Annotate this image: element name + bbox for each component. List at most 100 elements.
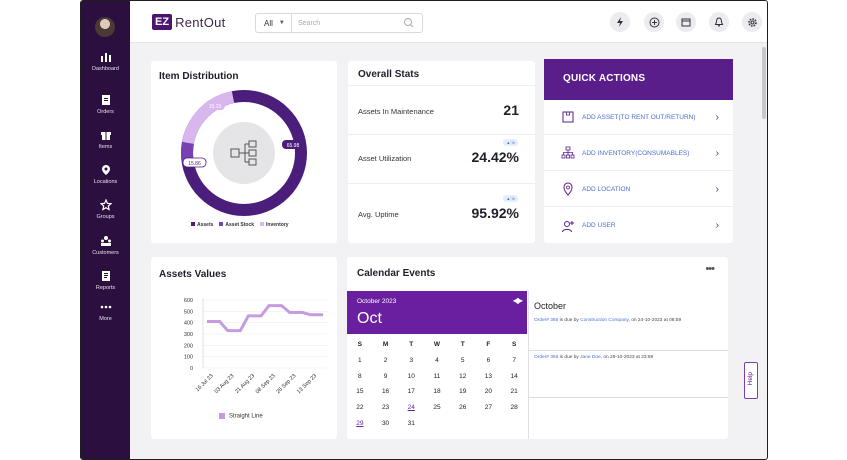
month-nav-arrows-icon[interactable]: ◀▶: [513, 296, 523, 305]
item-distribution-donut: 15.15 15.86 65.98: [181, 90, 307, 216]
calendar-day[interactable]: 23: [373, 402, 399, 414]
stat-label: Asset Utilization: [358, 154, 412, 163]
quick-action-add-location[interactable]: ADD LOCATION ›: [544, 172, 733, 207]
calendar-day[interactable]: 6: [476, 355, 502, 367]
weekday-label: T: [460, 341, 465, 348]
scrollbar-thumb[interactable]: [762, 47, 766, 119]
sidebar-item-dashboard[interactable]: Dashboard: [81, 51, 130, 72]
calendar-day[interactable]: 13: [476, 371, 502, 383]
notifications-button[interactable]: [709, 12, 729, 32]
chevron-down-icon: ▼: [278, 20, 285, 26]
help-tab[interactable]: Help: [744, 362, 758, 399]
logo[interactable]: EZ RentOut: [152, 14, 226, 30]
legend-item: Assets: [191, 222, 213, 228]
x-tick-label: 08 Sep 23: [255, 373, 277, 395]
settings-button[interactable]: [742, 12, 762, 32]
hierarchy-icon: [561, 146, 575, 159]
sidebar-item-customers[interactable]: Customers: [81, 235, 130, 256]
add-button[interactable]: [644, 12, 664, 32]
calendar-button[interactable]: [676, 12, 696, 32]
weekday-label: M: [382, 341, 389, 348]
calendar-day[interactable]: 17: [398, 386, 424, 398]
calendar-day[interactable]: 9: [373, 371, 399, 383]
customer-link[interactable]: Construction Company: [580, 318, 628, 323]
quick-action-label: ADD ASSET(TO RENT OUT/RETURN): [582, 113, 696, 121]
items-icon: [100, 132, 111, 140]
calendar-day[interactable]: 21: [501, 386, 527, 398]
quick-action-add-asset[interactable]: ADD ASSET(TO RENT OUT/RETURN) ›: [544, 100, 733, 135]
calendar-day[interactable]: 16: [373, 386, 399, 398]
event-item[interactable]: Order# 366 is due by Jane Doe, on 29-10-…: [534, 355, 653, 360]
stat-label: Assets In Maintenance: [358, 107, 434, 116]
calendar-day[interactable]: 14: [501, 371, 527, 383]
calendar-day[interactable]: 25: [424, 402, 450, 414]
calendar-day[interactable]: 29: [347, 418, 373, 430]
order-link[interactable]: Order# 365: [534, 318, 558, 323]
avatar[interactable]: [95, 17, 115, 37]
stat-badge: ▲ %: [503, 139, 518, 146]
quick-action-add-user[interactable]: ADD USER ›: [544, 208, 733, 243]
x-tick-label: 03 Aug 23: [214, 373, 236, 395]
search-scope-select[interactable]: All ▼: [256, 14, 292, 32]
calendar-day[interactable]: 27: [476, 402, 502, 414]
chevron-right-icon: ›: [715, 183, 719, 195]
quick-action-add-inventory[interactable]: ADD INVENTORY(CONSUMABLES) ›: [544, 136, 733, 171]
calendar-day[interactable]: 10: [398, 371, 424, 383]
calendar-day[interactable]: 5: [450, 355, 476, 367]
calendar-day[interactable]: 28: [501, 402, 527, 414]
search-input[interactable]: Search: [298, 20, 402, 27]
sidebar-item-reports[interactable]: Reports: [81, 270, 130, 291]
search-icon[interactable]: [402, 16, 416, 30]
sidebar-item-items[interactable]: Items: [81, 129, 130, 150]
bolt-button[interactable]: [610, 12, 630, 32]
calendar-month-year: October 2023: [357, 298, 397, 305]
event-item[interactable]: Order# 365 is due by Construction Compan…: [534, 318, 681, 323]
orders-icon: [101, 95, 110, 105]
sidebar-item-locations[interactable]: Locations: [81, 164, 130, 185]
calendar-day[interactable]: 7: [501, 355, 527, 367]
sidebar-label: Customers: [92, 250, 119, 256]
card-title: Calendar Events: [357, 268, 436, 279]
calendar-day[interactable]: 12: [450, 371, 476, 383]
chevron-right-icon: ›: [715, 111, 719, 123]
stat-value: 95.92%: [471, 205, 519, 221]
calendar-day[interactable]: 11: [424, 371, 450, 383]
calendar-day[interactable]: 1: [347, 355, 373, 367]
sidebar-label: Dashboard: [92, 66, 119, 72]
sidebar-item-more[interactable]: More: [81, 301, 130, 322]
quick-action-label: ADD INVENTORY(CONSUMABLES): [582, 149, 690, 157]
card-title: Overall Stats: [358, 69, 420, 80]
order-link[interactable]: Order# 366: [534, 355, 558, 360]
calendar-day[interactable]: 3: [398, 355, 424, 367]
y-tick-label: 300: [184, 332, 193, 338]
weekday-label: S: [357, 341, 363, 348]
calendar-day[interactable]: 31: [398, 418, 424, 430]
star-icon: [99, 199, 112, 211]
stat-badge: ▲ %: [503, 195, 518, 202]
legend-item: Inventory: [260, 222, 289, 228]
calendar-day[interactable]: 30: [373, 418, 399, 430]
calendar-day[interactable]: 18: [424, 386, 450, 398]
calendar-day[interactable]: 4: [424, 355, 450, 367]
calendar-day[interactable]: 24: [398, 402, 424, 414]
weekday-label: T: [409, 341, 414, 348]
calendar-month-view: October 2023 Oct ◀▶ S M T W T F S 1 2 3 4 5 6 7 8 9 10 11…: [347, 291, 527, 439]
chevron-right-icon: ›: [715, 147, 719, 159]
calendar-day[interactable]: 20: [476, 386, 502, 398]
sidebar-label: Items: [98, 144, 113, 150]
calendar-day[interactable]: 8: [347, 371, 373, 383]
calendar-day[interactable]: 2: [373, 355, 399, 367]
calendar-day[interactable]: 15: [347, 386, 373, 398]
sidebar-label: Reports: [95, 285, 116, 291]
x-tick-label: 16 Jul 23: [195, 373, 215, 393]
customer-link[interactable]: Jane Doe: [580, 355, 601, 360]
calendar-day[interactable]: 22: [347, 402, 373, 414]
overall-stats-card: Overall Stats Assets In Maintenance 21 ▲…: [348, 61, 535, 243]
calendar-day[interactable]: 19: [450, 386, 476, 398]
more-options-icon[interactable]: •••: [705, 263, 715, 275]
calendar-day[interactable]: 26: [450, 402, 476, 414]
sidebar-item-orders[interactable]: Orders: [81, 94, 130, 115]
x-tick-label: 21 Aug 23: [234, 373, 256, 395]
sidebar-item-groups[interactable]: Groups: [81, 199, 130, 220]
sidebar-label: Locations: [93, 179, 118, 185]
